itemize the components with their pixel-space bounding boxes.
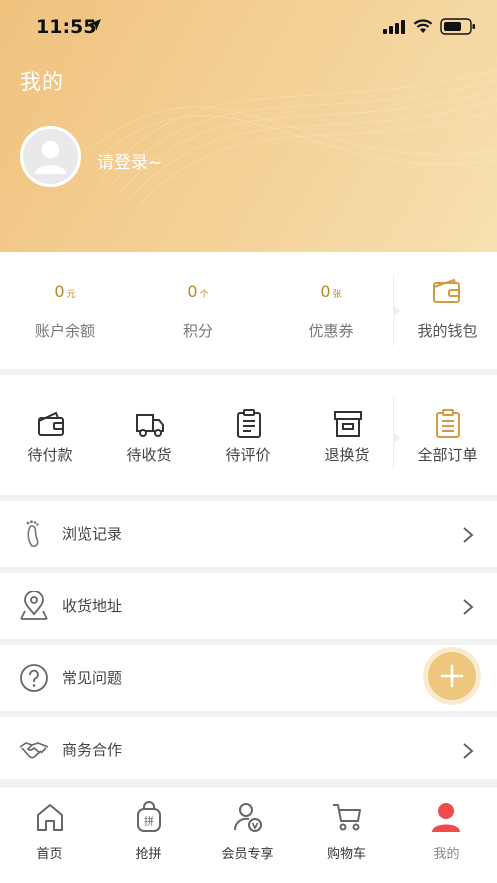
menu-item-history[interactable]: 浏览记录 xyxy=(0,501,497,567)
stat-coupons[interactable]: 0张 优惠券 xyxy=(266,252,396,369)
wallet-icon xyxy=(38,411,64,436)
tab-cart[interactable]: 购物车 xyxy=(297,787,396,883)
stat-balance-unit: 元 xyxy=(66,290,76,300)
status-bar: 11:55 xyxy=(0,0,497,54)
wallet-label: 我的钱包 xyxy=(417,322,478,340)
stat-points-unit: 个 xyxy=(199,290,209,300)
wallet-button[interactable]: 我的钱包 xyxy=(398,252,497,369)
group-buy-badge: 拼 xyxy=(144,815,154,828)
tab-group-buy-label: 抢拼 xyxy=(135,847,162,862)
login-prompt[interactable]: 请登录~ xyxy=(97,148,162,173)
stat-balance[interactable]: 0元 账户余额 xyxy=(0,252,130,369)
menu-item-business-label: 商务合作 xyxy=(62,741,123,759)
box-icon xyxy=(334,411,362,437)
menu-item-faq-label: 常见问题 xyxy=(62,669,123,687)
handshake-icon xyxy=(19,742,49,759)
stat-coupons-unit: 张 xyxy=(332,290,342,300)
tab-group-buy[interactable]: 拼 抢拼 xyxy=(99,787,198,883)
menu-item-history-label: 浏览记录 xyxy=(62,525,123,543)
member-icon xyxy=(234,803,262,832)
question-icon xyxy=(20,664,48,692)
stat-points-label: 积分 xyxy=(182,322,213,340)
order-pending-receipt-label: 待收货 xyxy=(126,446,172,464)
stat-coupons-value: 0 xyxy=(320,282,331,301)
chevron-right-icon xyxy=(463,743,474,759)
stat-points[interactable]: 0个 积分 xyxy=(133,252,263,369)
cellular-signal-icon xyxy=(383,20,405,34)
order-pending-receipt[interactable]: 待收货 xyxy=(99,375,199,495)
wifi-icon xyxy=(413,19,433,33)
stat-coupons-label: 优惠券 xyxy=(308,322,354,340)
location-arrow-icon xyxy=(89,19,101,31)
footprint-icon xyxy=(26,520,39,547)
home-icon xyxy=(37,804,63,831)
wallet-icon xyxy=(433,278,460,303)
orders-card: 待付款 待收货 待评价 退换货 全部订单 xyxy=(0,375,497,495)
chevron-right-icon xyxy=(463,527,474,543)
tab-mine-label: 我的 xyxy=(433,847,460,862)
stat-balance-label: 账户余额 xyxy=(34,322,95,340)
tab-member-label: 会员专享 xyxy=(221,847,274,862)
plus-icon xyxy=(440,664,464,688)
tab-mine[interactable]: 我的 xyxy=(396,787,497,883)
menu-item-business[interactable]: 商务合作 xyxy=(0,717,497,779)
cart-icon xyxy=(333,804,361,831)
order-pending-review[interactable]: 待评价 xyxy=(198,375,298,495)
tab-home-label: 首页 xyxy=(36,847,63,862)
battery-icon xyxy=(440,18,475,35)
chevron-right-icon xyxy=(463,599,474,615)
location-pin-icon xyxy=(20,591,48,620)
all-orders-button[interactable]: 全部订单 xyxy=(398,375,497,495)
order-returns-label: 退换货 xyxy=(324,446,370,464)
truck-icon xyxy=(136,414,164,437)
stat-balance-value: 0 xyxy=(54,282,65,301)
user-icon xyxy=(432,803,460,832)
profile-header: 11:55 我的 请登录~ xyxy=(0,0,497,252)
shopping-bag-icon: 拼 xyxy=(137,801,161,832)
page-title: 我的 xyxy=(20,70,64,94)
tab-cart-label: 购物车 xyxy=(326,847,366,862)
menu-item-address[interactable]: 收货地址 xyxy=(0,573,497,639)
floating-add-button[interactable] xyxy=(428,652,476,700)
default-avatar-icon xyxy=(34,140,67,175)
orders-list-icon xyxy=(436,409,460,438)
avatar[interactable] xyxy=(20,126,81,187)
account-stats-card: 0元 账户余额 0个 积分 0张 优惠券 我的钱包 xyxy=(0,252,497,369)
menu-item-address-label: 收货地址 xyxy=(62,597,123,615)
all-orders-label: 全部订单 xyxy=(417,446,478,464)
order-pending-payment[interactable]: 待付款 xyxy=(0,375,100,495)
menu-item-faq[interactable]: 常见问题 xyxy=(0,645,497,711)
order-pending-payment-label: 待付款 xyxy=(27,446,73,464)
order-returns[interactable]: 退换货 xyxy=(297,375,397,495)
bottom-tab-bar: 首页 拼 抢拼 会员专享 购物车 我的 xyxy=(0,786,497,883)
clipboard-icon xyxy=(237,409,261,438)
tab-member[interactable]: 会员专享 xyxy=(198,787,297,883)
stat-points-value: 0 xyxy=(187,282,198,301)
tab-home[interactable]: 首页 xyxy=(0,787,99,883)
order-pending-review-label: 待评价 xyxy=(225,446,271,464)
